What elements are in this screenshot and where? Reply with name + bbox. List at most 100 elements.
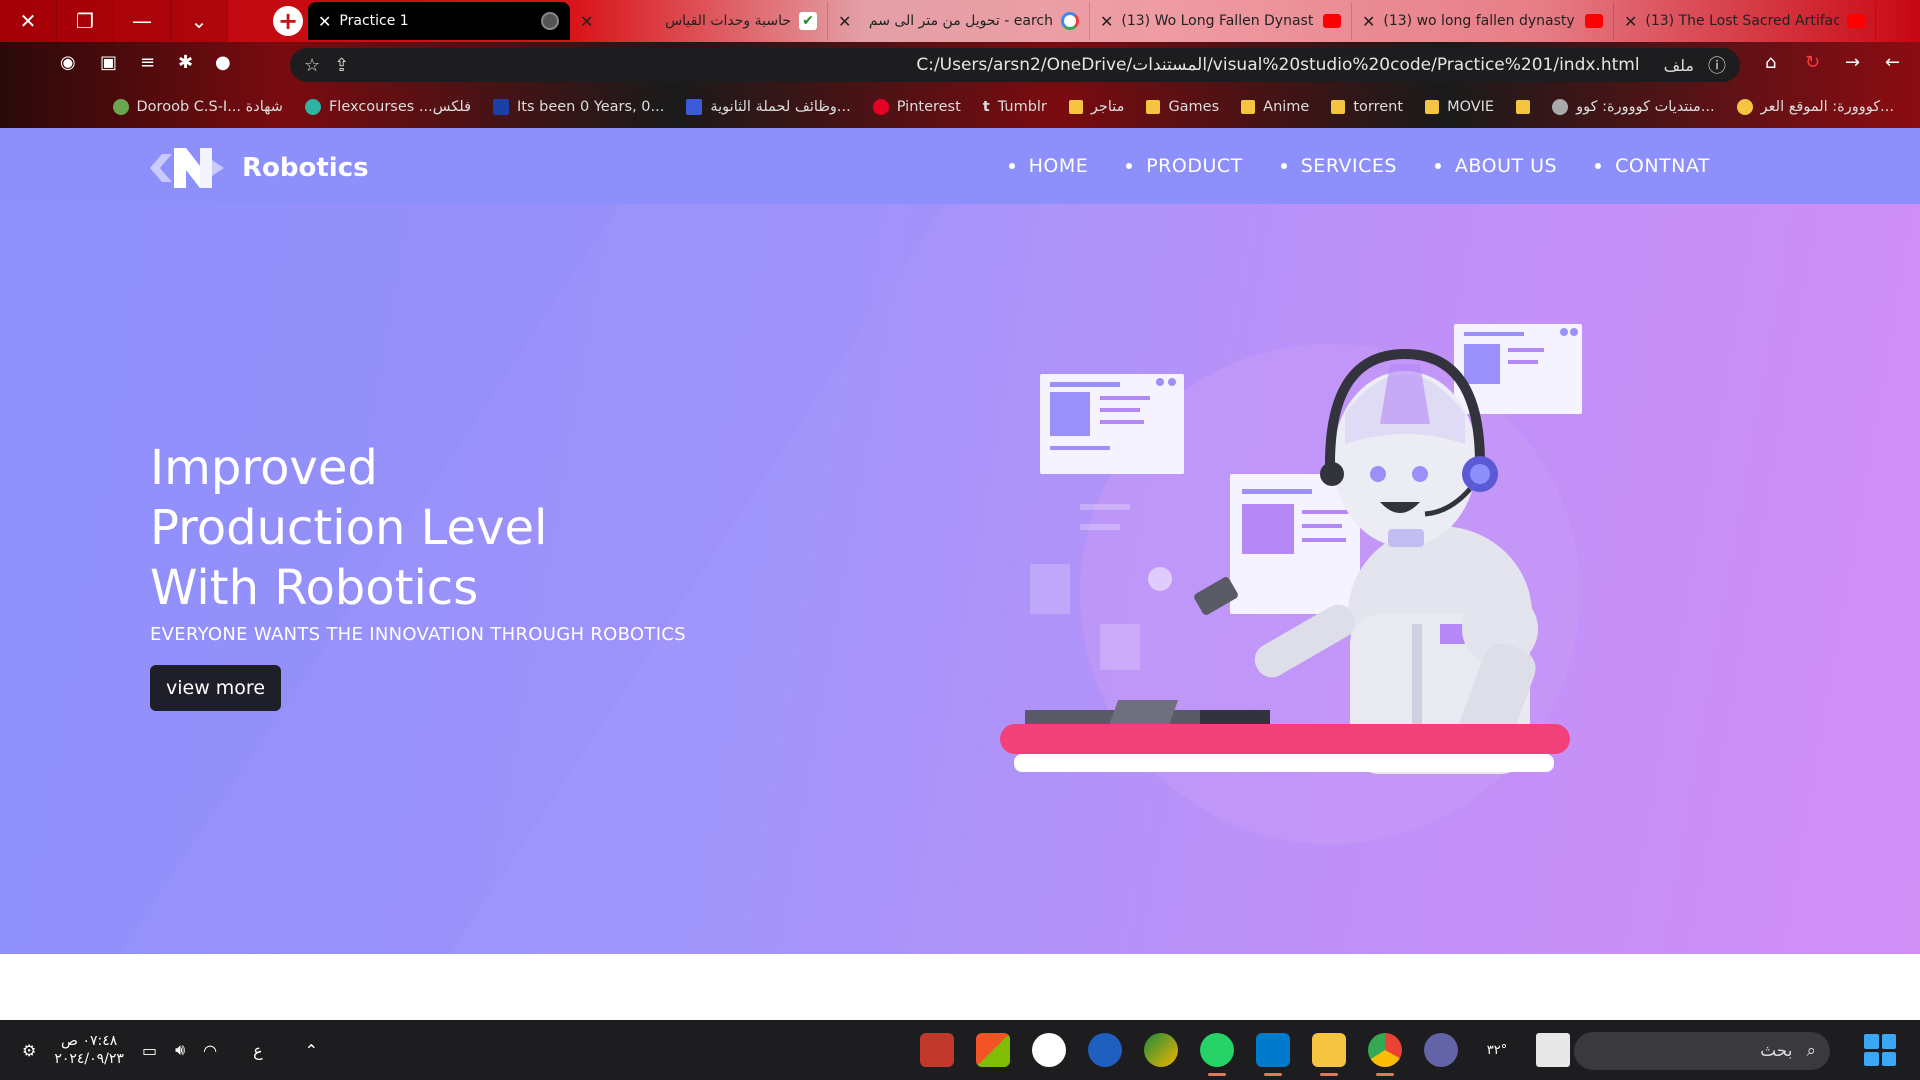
- globe-icon: [541, 12, 559, 30]
- robot-illustration: [1000, 324, 1582, 844]
- youtube-icon: [1585, 14, 1603, 28]
- web-page: Robotics HOME PRODUCT SERVICES ABOUT US …: [0, 128, 1920, 954]
- extension-icon[interactable]: ●: [215, 52, 231, 73]
- clock[interactable]: ٠٧:٤٨ ص ٢٠٢٤/٠٩/٢٣: [54, 1032, 124, 1068]
- bookmark-item[interactable]: Flexcourses ...فلكس: [304, 99, 471, 115]
- nav-contact[interactable]: CONTNAT: [1595, 155, 1710, 177]
- profile-icon[interactable]: ◉: [60, 52, 76, 73]
- nav-services[interactable]: SERVICES: [1280, 155, 1397, 177]
- tab-youtube-1[interactable]: ✕ (13) Wo Long Fallen Dynast: [1090, 2, 1352, 40]
- weather-widget[interactable]: ٣٢°: [1480, 1033, 1514, 1067]
- back-icon[interactable]: ←: [1885, 52, 1900, 73]
- bookmark-item[interactable]: Pinterest: [872, 99, 961, 115]
- bookmark-item[interactable]: وظائف لحملة الثانوية...: [686, 99, 851, 115]
- brand-name: Robotics: [242, 153, 369, 183]
- input-language[interactable]: ع: [253, 1041, 263, 1060]
- bookmark-folder[interactable]: [1516, 100, 1531, 114]
- google-icon: [1061, 12, 1079, 30]
- restore-window-icon[interactable]: ❐: [57, 0, 114, 42]
- headline-line: With Robotics: [150, 560, 479, 616]
- bookmark-folder[interactable]: Anime: [1241, 99, 1309, 115]
- tab-practice-1[interactable]: ✕ Practice 1: [308, 2, 570, 40]
- nav-product[interactable]: PRODUCT: [1126, 155, 1243, 177]
- browser-tabstrip: ✕ ❐ — ⌄ + ✕ Practice 1 ✕ حاسبة وحدات الق…: [0, 0, 1920, 42]
- bookmark-item[interactable]: t Tumblr: [983, 99, 1047, 115]
- search-icon: ⌕: [1806, 1041, 1816, 1061]
- notification-icon[interactable]: ⚙: [22, 1041, 36, 1060]
- site-navbar: Robotics HOME PRODUCT SERVICES ABOUT US …: [0, 128, 1920, 204]
- disk-app-icon[interactable]: [1088, 1033, 1122, 1067]
- close-tab-icon[interactable]: ✕: [1100, 12, 1113, 31]
- close-tab-icon[interactable]: ✕: [1624, 12, 1637, 31]
- itunes-icon[interactable]: [1032, 1033, 1066, 1067]
- bookmark-item[interactable]: Its been 0 Years, 0...: [493, 99, 664, 115]
- tab-title: حاسبة وحدات القياس: [665, 13, 791, 29]
- bookmark-folder[interactable]: MOVIE: [1425, 99, 1494, 115]
- site-info-icon[interactable]: ⓘ: [1708, 52, 1726, 78]
- folder-icon: [1425, 100, 1440, 114]
- bullet-icon: [1280, 163, 1287, 169]
- chrome-icon[interactable]: [1368, 1033, 1402, 1076]
- tumblr-icon: t: [982, 99, 990, 115]
- main-nav: HOME PRODUCT SERVICES ABOUT US CONTNAT: [1008, 128, 1710, 204]
- tab-youtube-2[interactable]: ✕ (13) wo long fallen dynasty: [1352, 2, 1614, 40]
- bookmark-item[interactable]: Doroob C.S-I... شهادة: [112, 99, 283, 115]
- windows-start-icon[interactable]: [1864, 1034, 1896, 1066]
- task-view-icon[interactable]: [1536, 1033, 1570, 1067]
- forward-icon[interactable]: →: [1845, 52, 1860, 73]
- plus-icon: +: [273, 6, 303, 36]
- nav-about-us[interactable]: ABOUT US: [1434, 155, 1557, 177]
- minimize-window-icon[interactable]: —: [114, 0, 171, 42]
- bookmark-folder[interactable]: Games: [1146, 99, 1219, 115]
- close-tab-icon[interactable]: ✕: [838, 12, 851, 31]
- bookmark-item[interactable]: منتديات كووورة: كوو...: [1552, 99, 1715, 115]
- folder-icon: [1516, 100, 1531, 114]
- bookmark-folder[interactable]: torrent: [1331, 99, 1403, 115]
- whatsapp-icon[interactable]: [1200, 1033, 1234, 1076]
- share-icon[interactable]: ⇪: [334, 55, 349, 76]
- extensions-icon[interactable]: ✱: [178, 52, 193, 73]
- tab-youtube-3[interactable]: ✕ (13) The Lost Sacred Artifac: [1614, 2, 1876, 40]
- close-tab-icon[interactable]: ✕: [580, 12, 593, 31]
- battery-icon[interactable]: ▭: [142, 1041, 157, 1060]
- site-icon: [493, 99, 510, 115]
- reload-icon[interactable]: ↻: [1805, 52, 1820, 73]
- site-icon: [686, 99, 703, 115]
- address-url[interactable]: C:/Users/arsn2/OneDrive/المستندات/visual…: [363, 55, 1649, 75]
- close-window-icon[interactable]: ✕: [0, 0, 57, 42]
- volume-icon[interactable]: 🔊︎: [175, 1040, 185, 1060]
- chevron-up-icon[interactable]: ⌃: [305, 1041, 318, 1060]
- photos-app-icon[interactable]: [1144, 1033, 1178, 1067]
- sidebar-icon[interactable]: ▣: [100, 52, 117, 73]
- folder-icon: [1241, 100, 1256, 114]
- vscode-icon[interactable]: [1256, 1033, 1290, 1076]
- tab-google-search[interactable]: ✕ تحويل من متر الى سم - earch: [828, 2, 1090, 40]
- home-icon[interactable]: ⌂: [1765, 52, 1776, 73]
- tab-units-calculator[interactable]: ✕ حاسبة وحدات القياس ✔: [570, 2, 828, 40]
- site-logo[interactable]: Robotics: [150, 148, 369, 188]
- browser-toolbar: ◉ ▣ ≡ ✱ ● ☆ ⇪ C:/Users/arsn2/OneDrive/ال…: [0, 42, 1920, 128]
- microsoft-store-icon[interactable]: [976, 1033, 1010, 1067]
- tab-search-chevron-icon[interactable]: ⌄: [171, 0, 228, 42]
- close-tab-icon[interactable]: ✕: [318, 12, 331, 31]
- robotics-logo-icon: [150, 148, 224, 188]
- hero-headline: Improved Production Level With Robotics: [150, 438, 790, 618]
- tab-title: (13) The Lost Sacred Artifac: [1645, 13, 1839, 29]
- teams-icon[interactable]: [1424, 1033, 1458, 1067]
- wifi-icon[interactable]: ◠: [203, 1041, 217, 1060]
- bookmark-folder[interactable]: متاجر: [1068, 99, 1124, 115]
- nav-home[interactable]: HOME: [1008, 155, 1089, 177]
- hero-section: Improved Production Level With Robotics …: [0, 204, 1920, 954]
- new-tab-button[interactable]: +: [268, 0, 308, 42]
- bullet-icon: [1008, 163, 1015, 169]
- winrar-icon[interactable]: [920, 1033, 954, 1067]
- address-bar[interactable]: ☆ ⇪ C:/Users/arsn2/OneDrive/المستندات/vi…: [290, 48, 1740, 82]
- bookmarks-bar: كووورة: الموقع العر... منتديات كووورة: ك…: [0, 90, 1920, 124]
- bookmark-star-icon[interactable]: ☆: [304, 55, 320, 76]
- taskbar-search[interactable]: بحث ⌕: [1574, 1032, 1830, 1070]
- view-more-button[interactable]: view more: [150, 665, 282, 711]
- queue-icon[interactable]: ≡: [140, 52, 155, 73]
- bookmark-item[interactable]: كووورة: الموقع العر...: [1736, 99, 1894, 115]
- file-explorer-icon[interactable]: [1312, 1033, 1346, 1076]
- close-tab-icon[interactable]: ✕: [1362, 12, 1375, 31]
